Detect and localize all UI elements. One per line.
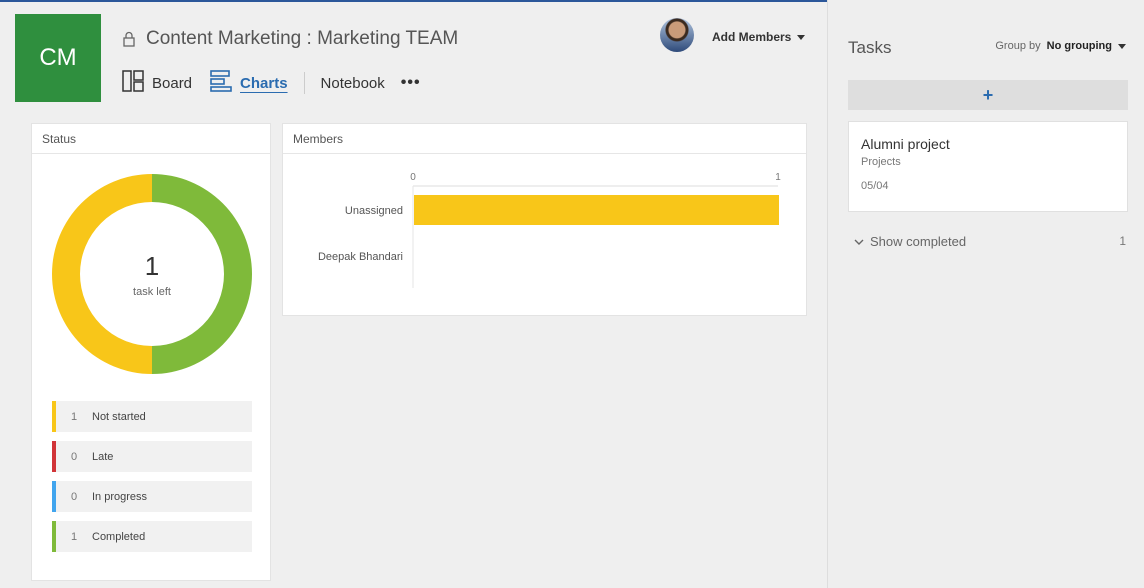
status-donut: 1 task left xyxy=(52,174,252,374)
tasks-left-label: task left xyxy=(133,285,171,298)
board-icon xyxy=(122,70,144,96)
legend-label: In progress xyxy=(92,490,148,503)
title-row: Content Marketing : Marketing TEAM xyxy=(122,28,458,50)
group-by-label: Group by xyxy=(995,40,1041,52)
chevron-down-icon xyxy=(854,234,864,249)
caret-down-icon xyxy=(1118,43,1126,49)
x-tick-label: 0 xyxy=(410,172,416,183)
legend-count: 0 xyxy=(70,490,78,503)
add-task-button[interactable]: + xyxy=(848,80,1128,110)
legend-late[interactable]: 0 Late xyxy=(52,441,252,472)
group-by-control[interactable]: Group by No grouping xyxy=(995,40,1126,52)
plus-icon: + xyxy=(982,84,994,105)
tasks-left-count: 1 xyxy=(144,250,160,281)
tab-notebook-label: Notebook xyxy=(320,74,385,92)
more-options-button[interactable]: ••• xyxy=(401,74,421,92)
legend-completed[interactable]: 1 Completed xyxy=(52,521,252,552)
member-avatar[interactable] xyxy=(660,18,694,52)
members-card: Members 0 1 Unassigned Deepak Bhandari xyxy=(282,123,807,316)
task-card[interactable]: Alumni project Projects 05/04 xyxy=(848,121,1128,212)
caret-down-icon xyxy=(797,34,806,40)
add-members-label: Add Members xyxy=(712,30,792,44)
plan-tile: CM xyxy=(15,14,101,102)
tab-board-label: Board xyxy=(152,74,193,92)
donut-center: 1 task left xyxy=(52,174,252,374)
add-members-button[interactable]: Add Members xyxy=(712,30,806,44)
members-heading: Members xyxy=(283,124,806,154)
completed-count: 1 xyxy=(1119,234,1126,248)
charts-icon xyxy=(210,70,232,96)
tasks-title: Tasks xyxy=(848,38,892,57)
legend-in-progress[interactable]: 0 In progress xyxy=(52,481,252,512)
group-by-value: No grouping xyxy=(1046,40,1112,52)
legend-label: Not started xyxy=(92,410,146,423)
tab-board[interactable]: Board xyxy=(122,70,192,96)
tab-notebook[interactable]: Notebook xyxy=(321,75,385,92)
legend-label: Late xyxy=(92,450,114,463)
members-bar-chart: 0 1 Unassigned Deepak Bhandari xyxy=(318,172,781,288)
plan-initials: CM xyxy=(39,44,77,71)
show-completed-toggle[interactable]: Show completed xyxy=(854,234,966,249)
show-completed-label: Show completed xyxy=(870,234,967,249)
task-name: Alumni project xyxy=(861,136,950,152)
tab-charts[interactable]: Charts xyxy=(210,70,288,96)
task-bucket: Projects xyxy=(861,156,901,168)
status-card: Status 1 task left 1 Not started 0 Late … xyxy=(31,123,271,581)
tab-charts-label: Charts xyxy=(240,74,288,92)
status-legend: 1 Not started 0 Late 0 In progress 1 Com… xyxy=(52,401,252,561)
y-category-label: Unassigned xyxy=(345,205,403,217)
legend-count: 1 xyxy=(70,410,78,423)
view-nav: Board Charts Notebook ••• xyxy=(122,68,421,98)
y-category-label: Deepak Bhandari xyxy=(318,251,403,263)
nav-divider xyxy=(303,72,305,94)
tasks-panel: Tasks Group by No grouping + Alumni proj… xyxy=(827,0,1144,588)
legend-count: 0 xyxy=(70,450,78,463)
lock-icon xyxy=(122,31,136,47)
task-due-date: 05/04 xyxy=(861,180,889,192)
legend-count: 1 xyxy=(70,530,78,543)
x-tick-label: 1 xyxy=(775,172,781,183)
legend-not-started[interactable]: 1 Not started xyxy=(52,401,252,432)
legend-label: Completed xyxy=(92,530,146,543)
member-bar[interactable] xyxy=(414,195,779,225)
status-heading: Status xyxy=(32,124,270,154)
plan-title: Content Marketing : Marketing TEAM xyxy=(146,28,459,49)
